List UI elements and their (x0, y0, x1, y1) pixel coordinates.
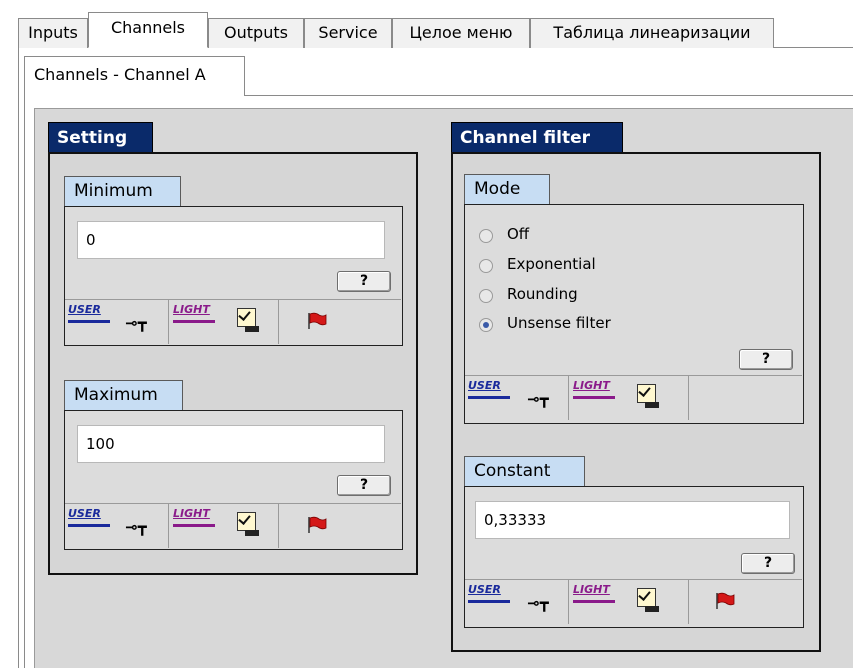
checkbox-icon[interactable] (237, 512, 256, 531)
light-label: LIGHT (173, 507, 210, 520)
maximum-panel-title: Maximum (64, 380, 183, 410)
constant-input[interactable]: 0,33333 (475, 501, 790, 539)
tab-service[interactable]: Service (304, 18, 392, 48)
setting-group-title: Setting (48, 122, 153, 152)
minimum-status-bar: USER ⊸┳ LIGHT (65, 299, 401, 344)
maximum-status-bar: USER ⊸┳ LIGHT (65, 503, 401, 548)
radio-rounding[interactable] (479, 289, 493, 303)
user-label: USER (68, 507, 101, 520)
light-label: LIGHT (173, 303, 210, 316)
light-cell: LIGHT (569, 376, 689, 420)
user-label: USER (68, 303, 101, 316)
access-cell: USER ⊸┳ (465, 376, 569, 420)
radio-unsense-filter[interactable] (479, 318, 493, 332)
flag-cell (689, 580, 802, 624)
mode-help-button[interactable]: ? (739, 349, 793, 370)
flag-cell (279, 300, 401, 344)
user-underline (468, 396, 510, 399)
flag-icon (308, 516, 327, 533)
light-underline (173, 524, 215, 527)
light-underline (173, 320, 215, 323)
mode-panel: Off Exponential Rounding Unsense filter … (464, 204, 804, 424)
checkbox-icon[interactable] (637, 384, 656, 403)
access-cell: USER ⊸┳ (465, 580, 569, 624)
light-underline (573, 600, 615, 603)
channel-filter-group-title: Channel filter (451, 122, 623, 152)
checkbox-base (645, 402, 659, 408)
light-cell: LIGHT (569, 580, 689, 624)
minimum-input[interactable]: 0 (77, 221, 385, 259)
tab-channels[interactable]: Channels (88, 12, 208, 48)
flag-cell (279, 504, 401, 548)
radio-exponential-label: Exponential (507, 255, 596, 273)
checkbox-base (645, 606, 659, 612)
minimum-help-button[interactable]: ? (337, 271, 391, 292)
mode-panel-title: Mode (464, 174, 550, 204)
light-cell: LIGHT (169, 300, 279, 344)
user-underline (68, 320, 110, 323)
access-cell: USER ⊸┳ (65, 504, 169, 548)
checkbox-icon[interactable] (237, 308, 256, 327)
radio-exponential[interactable] (479, 259, 493, 273)
minimum-panel-title: Minimum (64, 176, 181, 206)
key-icon: ⊸┳ (125, 518, 147, 536)
top-tab-bar: Inputs Channels Outputs Service Целое ме… (18, 10, 853, 48)
key-icon: ⊸┳ (527, 594, 549, 612)
light-underline (573, 396, 615, 399)
access-cell: USER ⊸┳ (65, 300, 169, 344)
key-icon: ⊸┳ (125, 314, 147, 332)
checkbox-icon[interactable] (637, 588, 656, 607)
radio-off[interactable] (479, 229, 493, 243)
flag-icon (716, 592, 735, 609)
user-label: USER (468, 583, 501, 596)
maximum-input[interactable]: 100 (77, 425, 385, 463)
tab-whole-menu[interactable]: Целое меню (392, 18, 530, 48)
constant-panel: 0,33333 ? USER ⊸┳ LIGHT (464, 486, 804, 628)
radio-unsense-filter-label: Unsense filter (507, 314, 611, 332)
user-underline (468, 600, 510, 603)
key-icon: ⊸┳ (527, 390, 549, 408)
light-cell: LIGHT (169, 504, 279, 548)
tab-outputs[interactable]: Outputs (208, 18, 304, 48)
light-label: LIGHT (573, 583, 610, 596)
constant-status-bar: USER ⊸┳ LIGHT (465, 579, 802, 624)
tab-inputs[interactable]: Inputs (18, 18, 88, 48)
checkbox-base (245, 530, 259, 536)
checkbox-base (245, 326, 259, 332)
sub-tab-channel-a[interactable]: Channels - Channel A (24, 56, 245, 96)
light-label: LIGHT (573, 379, 610, 392)
flag-icon (308, 312, 327, 329)
user-label: USER (468, 379, 501, 392)
maximum-panel: 100 ? USER ⊸┳ LIGHT (64, 410, 403, 550)
maximum-help-button[interactable]: ? (337, 475, 391, 496)
constant-panel-title: Constant (464, 456, 585, 486)
minimum-panel: 0 ? USER ⊸┳ LIGHT (64, 206, 403, 346)
radio-off-label: Off (507, 225, 530, 243)
user-underline (68, 524, 110, 527)
mode-status-bar: USER ⊸┳ LIGHT (465, 375, 802, 420)
constant-help-button[interactable]: ? (741, 553, 795, 574)
tab-linearization-table[interactable]: Таблица линеаризации (530, 18, 774, 48)
radio-rounding-label: Rounding (507, 285, 578, 303)
